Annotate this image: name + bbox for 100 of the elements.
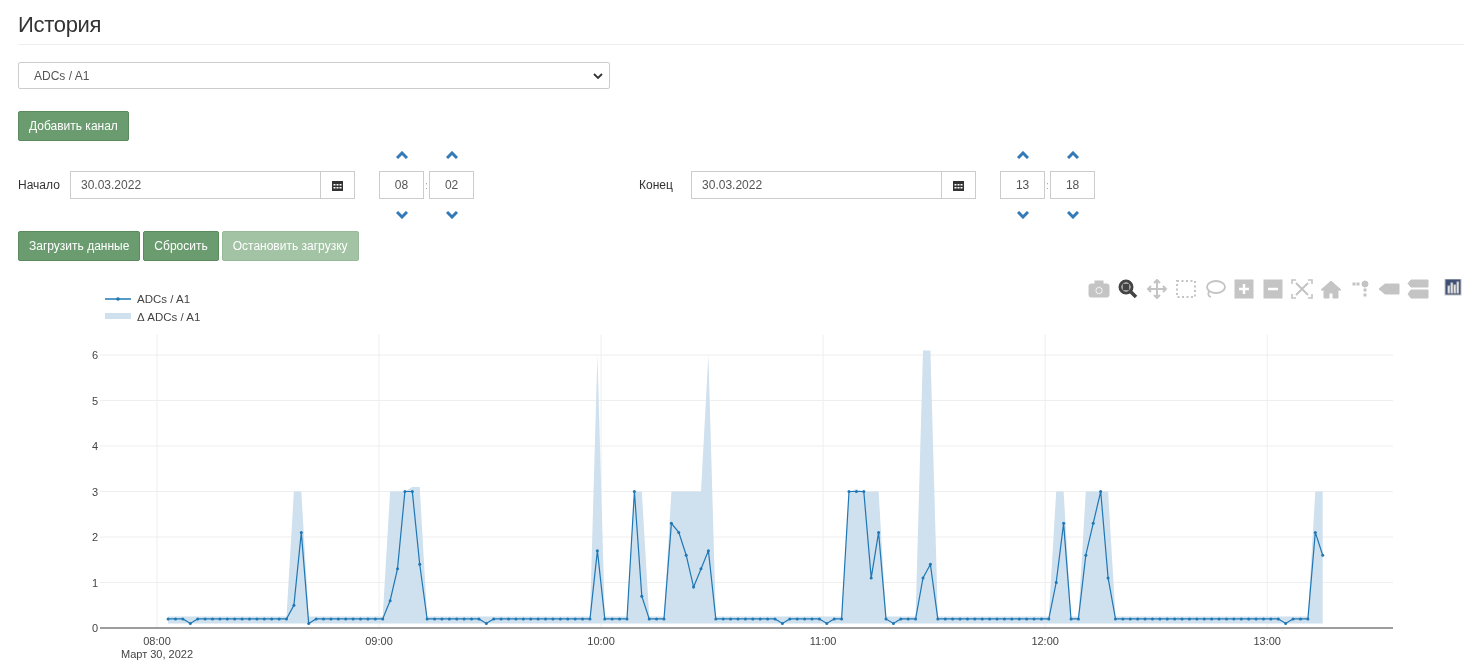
lasso-icon [1204, 279, 1226, 299]
chevron-up-icon[interactable] [1016, 151, 1029, 159]
data-point [233, 617, 237, 621]
calendar-button[interactable] [941, 171, 977, 199]
chevron-up-icon[interactable] [1066, 151, 1079, 159]
legend-label: ADCs / A1 [137, 293, 191, 305]
time-separator: : [1045, 179, 1051, 191]
data-point [943, 617, 947, 621]
data-point [832, 617, 836, 621]
minute-field[interactable]: 18 [1050, 171, 1096, 199]
data-point [336, 617, 340, 621]
data-point [951, 617, 955, 621]
data-point [595, 549, 599, 553]
data-point [1025, 617, 1029, 621]
date-field[interactable]: 30.03.2022 [70, 171, 320, 199]
data-point [433, 617, 437, 621]
data-point [647, 617, 651, 621]
data-point [1106, 576, 1110, 580]
y-tick-label: 0 [91, 622, 98, 634]
data-point [1224, 617, 1228, 621]
data-point [625, 617, 629, 621]
data-point [248, 617, 251, 621]
range-label: Конец [639, 178, 674, 192]
data-point [329, 617, 333, 621]
data-point [588, 617, 592, 621]
data-point [181, 617, 185, 621]
y-tick-label: 6 [91, 349, 98, 361]
chevron-up-icon[interactable] [445, 151, 458, 159]
data-point [677, 530, 681, 534]
data-point [1247, 617, 1251, 621]
data-point [751, 617, 755, 621]
data-point [225, 617, 229, 621]
chevron-down-icon[interactable] [1066, 211, 1079, 219]
data-point [470, 617, 474, 621]
data-point [388, 599, 392, 603]
data-point [743, 617, 747, 621]
data-point [418, 562, 422, 566]
data-point [381, 617, 385, 621]
data-point [211, 617, 214, 621]
home-icon [1320, 279, 1342, 299]
data-point [1321, 553, 1325, 557]
data-point [396, 567, 400, 571]
data-point [817, 617, 821, 621]
spikes-icon [1349, 279, 1371, 299]
date-field[interactable]: 30.03.2022 [691, 171, 942, 199]
data-point [780, 621, 784, 625]
toolbar-button[interactable] [1117, 279, 1139, 299]
data-point [906, 617, 910, 621]
legend-band-icon [105, 313, 131, 319]
minute-field[interactable]: 02 [429, 171, 475, 199]
data-point [1099, 490, 1103, 493]
chart-logo-icon[interactable] [1442, 279, 1464, 299]
data-point [551, 617, 555, 621]
data-point [536, 617, 540, 621]
data-point [573, 617, 577, 621]
x-tick-label: 13:00 [1253, 635, 1281, 647]
data-point [1276, 617, 1280, 621]
data-point [366, 617, 370, 621]
data-point [1047, 617, 1051, 621]
chevron-down-icon[interactable] [1016, 211, 1029, 219]
hour-field[interactable]: 13 [1000, 171, 1046, 199]
data-point [884, 617, 888, 621]
data-point [1076, 617, 1080, 621]
data-point [529, 617, 533, 621]
data-point [958, 617, 962, 621]
data-point [203, 617, 207, 621]
data-point [499, 617, 503, 621]
data-point [847, 490, 851, 493]
time-separator: : [424, 179, 430, 191]
data-point [980, 617, 984, 621]
data-point [1254, 617, 1258, 621]
hour-field[interactable]: 08 [379, 171, 424, 199]
data-point [492, 617, 496, 621]
data-point [1062, 521, 1066, 525]
legend-line-icon [104, 297, 132, 301]
chevron-down-icon[interactable] [445, 211, 458, 219]
data-point [166, 617, 170, 621]
calendar-button[interactable] [320, 171, 355, 199]
data-point [1180, 617, 1184, 621]
chevron-up-icon[interactable] [395, 151, 408, 159]
data-point [285, 617, 288, 621]
data-point [936, 617, 940, 621]
data-point [351, 617, 355, 621]
data-point [410, 490, 414, 493]
data-point [854, 490, 858, 493]
data-point [1165, 617, 1169, 621]
data-point [462, 617, 466, 621]
data-point [1032, 617, 1036, 621]
data-point [840, 617, 844, 621]
data-point [810, 617, 814, 621]
data-point [706, 549, 710, 553]
chevron-down-icon[interactable] [395, 211, 408, 219]
data-point [270, 617, 274, 621]
data-point [292, 603, 296, 607]
data-point [277, 617, 281, 621]
data-point [995, 617, 999, 621]
zoom-icon [1117, 279, 1139, 299]
channel-select[interactable]: ADCs / A1 [18, 62, 610, 89]
data-point [566, 617, 570, 621]
data-point [655, 617, 659, 621]
